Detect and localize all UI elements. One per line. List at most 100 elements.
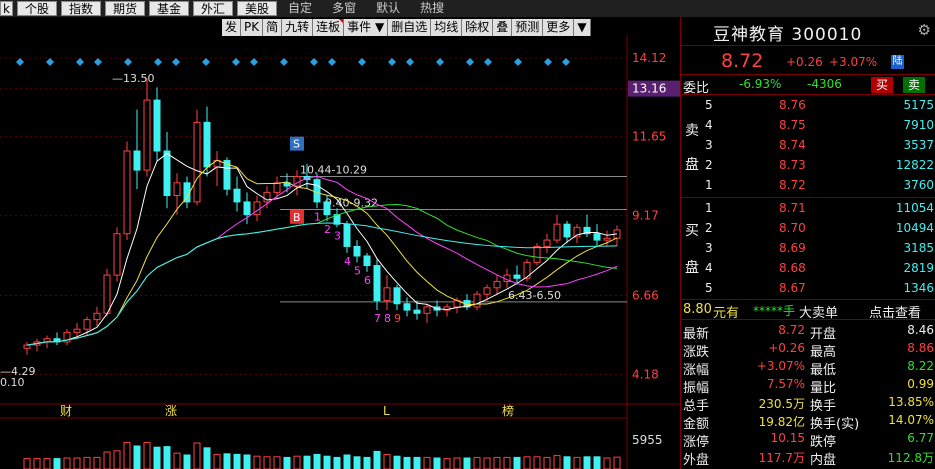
price: 8.71 (779, 201, 806, 215)
last-price: 8.72 (721, 50, 764, 72)
candle-body (313, 179, 321, 203)
kline-chart[interactable]: 14.12 13.16 11.65 9.17 6.66 4.18 5955 10.44-10.… (0, 36, 680, 469)
toolbar-button-0[interactable]: 发 (222, 18, 242, 36)
event-mark: 榜 (502, 403, 514, 418)
toolbar-button-7[interactable]: 均线 (431, 18, 463, 36)
left-label: 0.10 (0, 376, 25, 389)
volume-bar (603, 457, 611, 469)
ask-row[interactable]: 5 8.76 5175 (681, 97, 935, 114)
stat-value: 14.07% (888, 413, 934, 427)
bid-row[interactable]: 4 8.68 2819 (681, 260, 935, 277)
volume-bar (63, 457, 71, 469)
candle-body (343, 223, 351, 247)
candle-body (403, 303, 411, 311)
volume-bar (113, 450, 121, 469)
volume-bar (553, 455, 561, 469)
price-axis-label: 13.16 (632, 82, 666, 96)
volume-bar (103, 451, 111, 469)
candle-body (153, 99, 161, 152)
ask-row[interactable]: 1 8.72 3760 (681, 177, 935, 194)
volume-bar (83, 456, 91, 469)
stock-title: 豆神教育 300010 (713, 25, 863, 45)
volume-bar (243, 454, 251, 469)
toolbar-button-11[interactable]: 更多 (543, 18, 575, 36)
volume: 10494 (895, 221, 934, 235)
stat-value: 8.72 (778, 323, 805, 337)
ask-row[interactable]: 3 8.74 3537 (681, 137, 935, 154)
tab-0[interactable]: k (0, 1, 13, 16)
weibi-row: 委比 -6.93% -4306 买 卖 (681, 76, 935, 96)
stat-value: 7.57% (766, 377, 805, 391)
price: 8.67 (779, 281, 806, 295)
buy-button[interactable]: 买 (871, 77, 894, 93)
tab-3[interactable]: 期货 (104, 1, 145, 16)
toolbar-button-10[interactable]: 预测 (512, 18, 544, 36)
volume-bar (223, 453, 231, 469)
candle-body (73, 328, 81, 333)
candle-body (353, 245, 361, 257)
toolbar-button-6[interactable]: 删自选 (388, 18, 432, 36)
price: 8.74 (779, 138, 806, 152)
stat-row: 涨跌 +0.26 最高 8.86 (681, 340, 935, 360)
toolbar-button-2[interactable]: 简 (263, 18, 283, 36)
level: 5 (705, 281, 713, 295)
ask-row[interactable]: 2 8.73 12822 (681, 157, 935, 174)
ask-row[interactable]: 4 8.75 7910 (681, 117, 935, 134)
candle-body (513, 274, 521, 279)
nine-turn-number: 2 (324, 223, 331, 236)
stat-value: 10.15 (770, 431, 805, 445)
volume-bar (373, 450, 381, 469)
price: 8.72 (779, 178, 806, 192)
tab-10[interactable]: 热搜 (413, 1, 451, 16)
volume-bar (253, 455, 261, 469)
volume-axis-label: 5955 (632, 433, 663, 447)
toolbar-button-1[interactable]: PK (241, 18, 264, 36)
bid-row[interactable]: 5 8.67 1346 (681, 280, 935, 297)
price-axis-label: 11.65 (632, 130, 666, 144)
stat-row: 外盘 117.7万 内盘 112.8万 (681, 448, 935, 468)
level: 3 (705, 138, 713, 152)
candle-body (123, 150, 131, 235)
candle-body (243, 201, 251, 216)
candle-body (133, 150, 141, 171)
toolbar-button-12[interactable]: ▼ (574, 18, 591, 36)
bid-row[interactable]: 3 8.69 3185 (681, 240, 935, 257)
volume: 2819 (903, 261, 934, 275)
bid-row[interactable]: 2 8.70 10494 (681, 220, 935, 237)
tab-5[interactable]: 外汇 (193, 1, 234, 16)
tab-8[interactable]: 多窗 (325, 1, 363, 16)
candle-body (383, 287, 391, 302)
volume-bar (163, 446, 171, 469)
toolbar-button-9[interactable]: 叠 (493, 18, 513, 36)
tab-9[interactable]: 默认 (369, 1, 407, 16)
toolbar-button-4[interactable]: 连板 (313, 18, 345, 36)
volume-bar (443, 458, 451, 469)
price-axis-label: 9.17 (632, 209, 659, 223)
toolbar-button-3[interactable]: 九转 (282, 18, 314, 36)
nine-turn-number: 6 (364, 274, 371, 287)
volume-bar (583, 456, 591, 469)
candle-body (173, 182, 181, 197)
tab-4[interactable]: 基金 (149, 1, 190, 16)
price-axis-label: 14.12 (632, 51, 666, 65)
toolbar-button-8[interactable]: 除权 (462, 18, 494, 36)
nine-turn-number: 7 (374, 312, 381, 325)
tab-1[interactable]: 个股 (16, 1, 57, 16)
volume-bar (313, 453, 321, 469)
bid-row[interactable]: 1 8.71 11054 (681, 200, 935, 217)
big-order-row[interactable]: 8.80 元有 *****手 大卖单 点击查看 (681, 301, 935, 321)
nine-turn-number: 9 (394, 312, 401, 325)
sell-button[interactable]: 卖 (903, 77, 926, 93)
tab-6[interactable]: 美股 (237, 1, 278, 16)
volume-bar (293, 455, 301, 469)
b-marker: B (293, 211, 301, 224)
toolbar-button-5[interactable]: 事件 ▼ (344, 18, 389, 36)
gear-icon[interactable]: ⚙ (918, 21, 931, 39)
tab-2[interactable]: 指数 (60, 1, 101, 16)
tab-7[interactable]: 自定 (281, 1, 319, 16)
candle-body (373, 265, 381, 302)
quote-panel: 豆神教育 300010 ⚙ 8.72 +0.26 +3.07% 陆 委比 -6.… (680, 17, 935, 469)
stat-value: 6.77 (907, 431, 934, 445)
volume: 3185 (903, 241, 934, 255)
stat-row: 涨停 10.15 跌停 6.77 (681, 430, 935, 450)
